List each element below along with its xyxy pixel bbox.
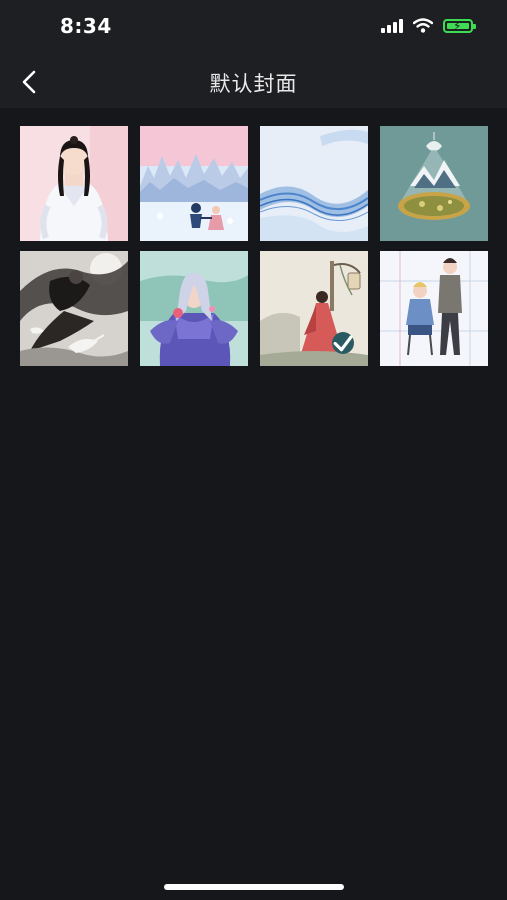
cover-item-2[interactable] [140,126,248,241]
cover-image [20,251,128,366]
status-time: 8:34 [60,14,112,38]
page-title: 默认封面 [209,72,298,96]
cover-image [260,126,368,241]
cover-grid [20,126,488,366]
cover-item-4[interactable] [380,126,488,241]
cellular-signal-icon [381,18,403,33]
home-indicator[interactable] [164,884,344,890]
cover-item-6[interactable] [140,251,248,366]
status-icons: ⚡ [381,18,476,33]
cover-image [140,251,248,366]
cover-item-3[interactable] [260,126,368,241]
cover-item-8[interactable] [380,251,488,366]
battery-icon: ⚡ [443,18,476,33]
cover-item-5[interactable] [20,251,128,366]
cover-image [380,251,488,366]
status-bar: 8:34 ⚡ [0,0,507,56]
cover-item-7[interactable] [260,251,368,366]
navigation-bar: 默认封面 [0,56,507,108]
cover-image [140,126,248,241]
cover-image [20,126,128,241]
cover-item-1[interactable] [20,126,128,241]
cover-image [380,126,488,241]
selected-check-icon [332,332,354,354]
wifi-icon [413,18,433,33]
